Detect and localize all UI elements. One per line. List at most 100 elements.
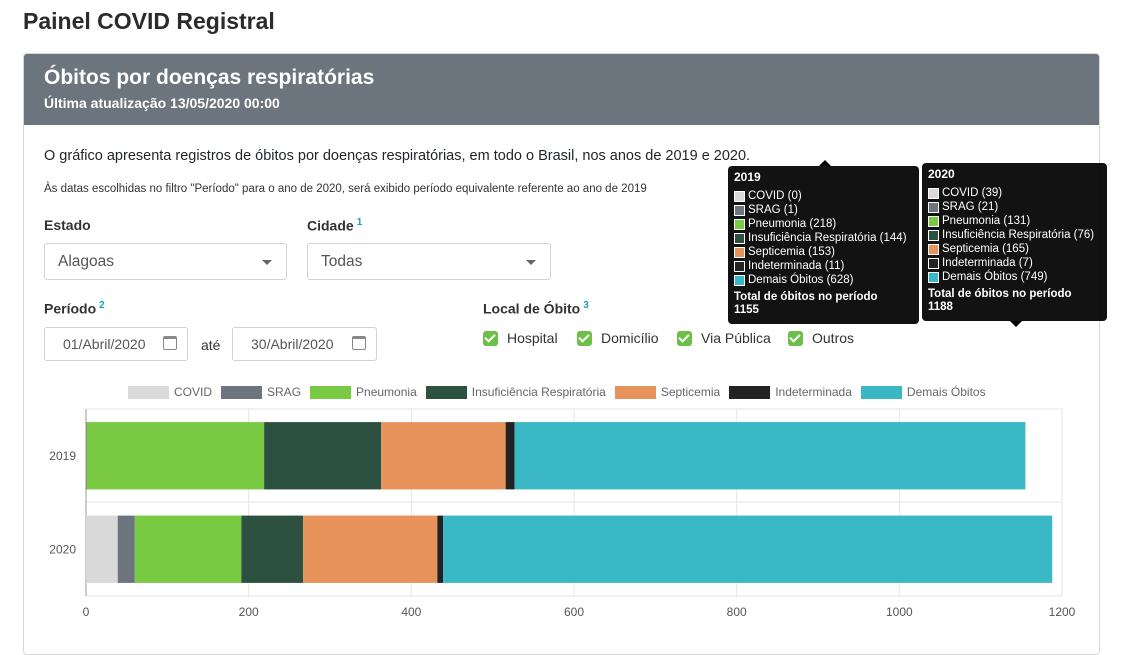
legend-item[interactable]: Demais Óbitos: [860, 385, 986, 399]
tooltip-row: Septicemia (153): [734, 245, 913, 259]
tooltip-row: Demais Óbitos (628): [734, 273, 913, 287]
legend-label: Pneumonia: [356, 385, 417, 399]
tooltip-row: SRAG (1): [734, 203, 913, 217]
footnote-marker: 1: [356, 217, 363, 228]
tooltip-swatch: [734, 274, 745, 286]
tooltip-swatch: [734, 190, 745, 202]
bar-segment: [381, 422, 506, 490]
calendar-icon[interactable]: [352, 336, 366, 350]
bar-segment: [134, 515, 242, 583]
legend-item[interactable]: Septicemia: [614, 385, 720, 399]
chart-legend: COVID SRAG Pneumonia Insuficiência Respirat…: [128, 385, 995, 399]
tooltip-row: COVID (0): [734, 189, 913, 203]
tooltip-2020: 2020 COVID (39) SRAG (21) Pneumonia (131) In…: [922, 163, 1107, 321]
legend-label: COVID: [174, 385, 213, 399]
x-tick-label: 1000: [886, 605, 913, 619]
legend-swatch: [221, 385, 263, 399]
tooltip-title: 2019: [734, 170, 761, 184]
tooltip-total-value: 1188: [928, 301, 953, 313]
tooltip-arrow: [1010, 321, 1022, 327]
legend-label: Insuficiência Respiratória: [471, 385, 606, 399]
legend-label: Demais Óbitos: [906, 385, 986, 399]
bar-segment: [86, 515, 118, 583]
tooltip-swatch: [734, 218, 745, 230]
legend-swatch: [860, 385, 902, 399]
checkbox-outros[interactable]: Outros: [788, 330, 854, 346]
legend-swatch: [128, 385, 169, 399]
chart-description: O gráfico apresenta registros de óbitos …: [44, 148, 751, 164]
tooltip-row: Insuficiência Respiratória (144): [734, 231, 913, 245]
estado-select[interactable]: Alagoas: [44, 243, 287, 280]
tooltip-row-label: Septicemia (165): [942, 243, 1029, 255]
tooltip-row-label: Indeterminada (11): [748, 260, 845, 272]
x-tick-label: 1200: [1049, 605, 1076, 619]
checkbox-domicilio[interactable]: Domicílio: [577, 330, 659, 346]
checkbox-label: Hospital: [507, 330, 558, 346]
checkbox-label: Via Pública: [701, 330, 771, 346]
tooltip-row: Pneumonia (131): [928, 214, 1101, 228]
estado-label: Estado: [44, 217, 91, 233]
card-header: Óbitos por doenças respiratórias Última …: [24, 54, 1099, 125]
tooltip-swatch: [734, 246, 745, 258]
start-date-value: 01/Abril/2020: [63, 336, 146, 352]
checkbox-label: Domicílio: [601, 330, 659, 346]
tooltip-2019: 2019 COVID (0) SRAG (1) Pneumonia (218) Insu…: [728, 166, 919, 324]
tooltip-total-label: Total de óbitos no período: [734, 291, 878, 303]
tooltip-swatch: [928, 201, 939, 213]
card-title: Óbitos por doenças respiratórias: [44, 66, 375, 89]
legend-item[interactable]: Pneumonia: [310, 385, 417, 399]
tooltip-row: Indeterminada (7): [928, 256, 1101, 270]
last-updated: Última atualização 13/05/2020 00:00: [44, 95, 280, 111]
tooltip-row-label: SRAG (1): [748, 204, 798, 216]
checkbox-via-publica[interactable]: Via Pública: [677, 330, 771, 346]
bar-segment: [241, 515, 304, 583]
legend-item[interactable]: COVID: [128, 385, 212, 399]
calendar-icon[interactable]: [163, 336, 177, 350]
bar-segment: [117, 515, 135, 583]
tooltip-swatch: [928, 215, 939, 227]
tooltip-swatch: [928, 257, 939, 269]
tooltip-row: Indeterminada (11): [734, 259, 913, 273]
bar-segment: [264, 422, 382, 490]
tooltip-row-label: Demais Óbitos (749): [942, 271, 1048, 283]
bar-segment: [514, 422, 1026, 490]
tooltip-swatch: [734, 232, 745, 244]
tooltip-row-label: Demais Óbitos (628): [748, 274, 854, 286]
tooltip-total: Total de óbitos no período 1188: [928, 288, 1101, 314]
tooltip-swatch: [928, 229, 939, 241]
legend-swatch: [310, 385, 352, 399]
legend-item[interactable]: Insuficiência Respiratória: [425, 385, 606, 399]
checkbox-label: Outros: [812, 330, 855, 346]
checkbox-checked-icon[interactable]: [677, 330, 692, 346]
tooltip-row-label: Pneumonia (218): [748, 218, 837, 230]
x-tick-label: 0: [83, 605, 90, 619]
tooltip-row: Insuficiência Respiratória (76): [928, 228, 1101, 242]
legend-item[interactable]: SRAG: [221, 385, 301, 399]
tooltip-row-label: Insuficiência Respiratória (76): [942, 229, 1095, 241]
tooltip-row-label: Indeterminada (7): [942, 257, 1033, 269]
chevron-down-icon: [526, 260, 536, 265]
tooltip-row: COVID (39): [928, 186, 1101, 200]
checkbox-checked-icon[interactable]: [483, 330, 498, 346]
footnote-marker: 3: [583, 300, 589, 311]
tooltip-row: Septicemia (165): [928, 242, 1101, 256]
legend-swatch: [425, 385, 467, 399]
legend-label: Indeterminada: [775, 385, 852, 399]
tooltip-row-label: Pneumonia (131): [942, 215, 1031, 227]
tooltip-total-value: 1155: [734, 304, 759, 316]
checkbox-checked-icon[interactable]: [577, 330, 592, 346]
tooltip-title: 2020: [928, 167, 955, 181]
checkbox-hospital[interactable]: Hospital: [483, 330, 558, 346]
checkbox-checked-icon[interactable]: [788, 330, 803, 346]
periodo-label: Período 2: [44, 300, 105, 317]
legend-item[interactable]: Indeterminada: [729, 385, 852, 399]
legend-label: SRAG: [267, 385, 302, 399]
bar-segment: [505, 422, 515, 490]
tooltip-arrow: [819, 160, 831, 166]
tooltip-row-label: Insuficiência Respiratória (144): [748, 232, 907, 244]
end-date-input[interactable]: 30/Abril/2020: [232, 327, 377, 361]
date-separator: até: [201, 337, 221, 353]
period-note: Às datas escolhidas no filtro "Período" …: [44, 183, 647, 195]
start-date-input[interactable]: 01/Abril/2020: [44, 327, 188, 361]
cidade-select[interactable]: Todas: [307, 243, 551, 280]
